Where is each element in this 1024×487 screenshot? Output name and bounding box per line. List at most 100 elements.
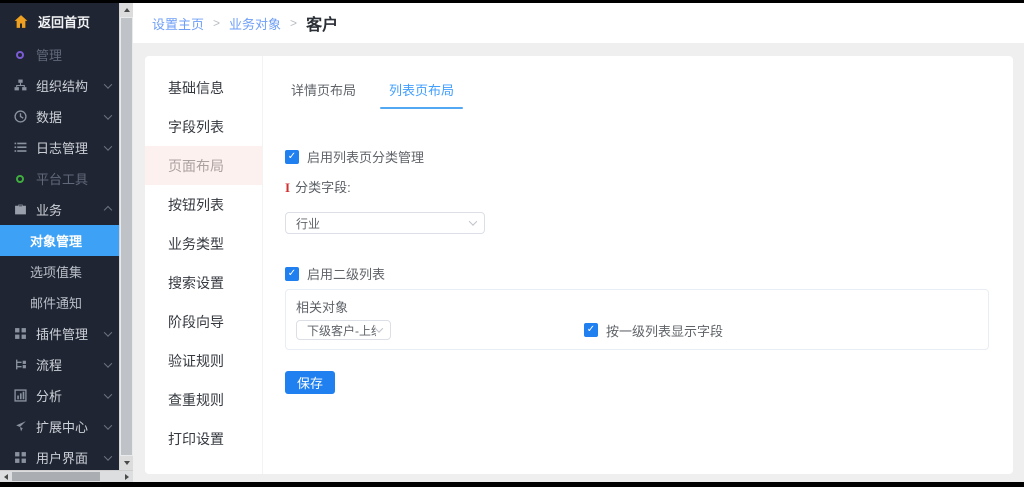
settings-menu-item-business-type[interactable]: 业务类型 <box>145 224 262 263</box>
sidebar-item-platform-tools[interactable]: 平台工具 <box>0 163 119 194</box>
menu-item-label: 基础信息 <box>168 78 224 98</box>
workflow-icon <box>13 358 27 372</box>
sidebar-item-log-management[interactable]: 日志管理 <box>0 132 119 163</box>
breadcrumb-link-business-objects[interactable]: 业务对象 <box>229 14 281 33</box>
menu-item-label: 打印设置 <box>168 429 224 449</box>
left-rail: 返回首页 管理 组织结构 数据 <box>0 3 133 482</box>
menu-item-label: 按钮列表 <box>168 195 224 215</box>
chevron-down-icon <box>375 324 383 332</box>
chevron-down-icon <box>104 142 112 150</box>
sidebar-item-option-sets[interactable]: 选项值集 <box>0 256 119 287</box>
sidebar-item-label: 邮件通知 <box>30 293 111 312</box>
main-area: 设置主页 > 业务对象 > 客户 基础信息 字段列表 页面布局 按钮列表 业务类… <box>133 3 1024 482</box>
extension-icon <box>13 420 27 434</box>
briefcase-icon <box>13 203 27 217</box>
menu-item-label: 查重规则 <box>168 390 224 410</box>
related-object-box: 相关对象 下级客户-上级... ✓ 按一级列表显示字段 <box>285 289 989 350</box>
sidebar: 返回首页 管理 组织结构 数据 <box>0 3 119 470</box>
sidebar-horizontal-scrollbar[interactable] <box>0 470 133 482</box>
enable-category-checkbox[interactable]: ✓ <box>285 150 299 164</box>
triangle-down-icon <box>124 461 130 465</box>
settings-menu-item-basic-info[interactable]: 基础信息 <box>145 68 262 107</box>
scroll-down-button[interactable] <box>120 456 133 470</box>
sidebar-item-org-structure[interactable]: 组织结构 <box>0 70 119 101</box>
sidebar-item-home[interactable]: 返回首页 <box>0 3 119 39</box>
enable-category-label[interactable]: 启用列表页分类管理 <box>307 147 424 166</box>
triangle-left-icon <box>4 474 8 480</box>
tab-list-page-layout[interactable]: 列表页布局 <box>383 76 460 109</box>
sidebar-item-plugin-management[interactable]: 插件管理 <box>0 318 119 349</box>
settings-menu-item-page-layout[interactable]: 页面布局 <box>145 146 262 185</box>
required-marker: I <box>285 180 290 196</box>
sidebar-item-label: 扩展中心 <box>36 417 96 436</box>
sidebar-home-label: 返回首页 <box>38 12 90 31</box>
sidebar-item-business[interactable]: 业务 <box>0 194 119 225</box>
settings-menu-item-validation-rules[interactable]: 验证规则 <box>145 341 262 380</box>
platform-circle-icon <box>13 172 27 186</box>
sidebar-item-label: 数据 <box>36 107 96 126</box>
save-button[interactable]: 保存 <box>285 371 335 394</box>
settings-menu-item-field-list[interactable]: 字段列表 <box>145 107 262 146</box>
rail-body: 返回首页 管理 组织结构 数据 <box>0 3 133 470</box>
horizontal-scroll-thumb[interactable] <box>12 472 100 481</box>
category-field-label: 分类字段: <box>295 177 351 196</box>
layout-tabs: 详情页布局 列表页布局 <box>285 76 989 109</box>
plugin-grid-icon <box>13 327 27 341</box>
sidebar-item-label: 分析 <box>36 386 96 405</box>
display-by-primary-checkbox[interactable]: ✓ <box>584 323 598 337</box>
vertical-scroll-thumb[interactable] <box>121 18 132 455</box>
triangle-right-icon <box>125 474 129 480</box>
sidebar-item-workflow[interactable]: 流程 <box>0 349 119 380</box>
related-object-select[interactable]: 下级客户-上级... <box>296 320 391 340</box>
related-object-select-value: 下级客户-上级... <box>307 322 376 339</box>
scroll-right-button[interactable] <box>121 471 133 482</box>
sidebar-item-label: 平台工具 <box>36 169 111 188</box>
settings-menu-item-stage-wizard[interactable]: 阶段向导 <box>145 302 262 341</box>
display-by-primary-row: ✓ 按一级列表显示字段 <box>584 321 723 340</box>
sidebar-item-mail-notification[interactable]: 邮件通知 <box>0 287 119 318</box>
settings-card: 基础信息 字段列表 页面布局 按钮列表 业务类型 搜索设置 阶段向导 验证规则 … <box>145 56 1013 474</box>
home-icon <box>14 14 28 28</box>
sidebar-item-admin[interactable]: 管理 <box>0 39 119 70</box>
chevron-down-icon <box>104 328 112 336</box>
log-list-icon <box>13 141 27 155</box>
settings-menu-item-print-settings[interactable]: 打印设置 <box>145 419 262 458</box>
settings-menu-item-search-settings[interactable]: 搜索设置 <box>145 263 262 302</box>
chevron-down-icon <box>104 359 112 367</box>
sidebar-item-label: 管理 <box>36 45 111 64</box>
sidebar-item-label: 日志管理 <box>36 138 96 157</box>
chevron-down-icon <box>104 452 112 460</box>
sidebar-item-label: 对象管理 <box>30 231 111 250</box>
enable-secondary-label[interactable]: 启用二级列表 <box>307 264 385 283</box>
settings-menu: 基础信息 字段列表 页面布局 按钮列表 业务类型 搜索设置 阶段向导 验证规则 … <box>145 56 263 474</box>
scroll-up-button[interactable] <box>120 3 133 17</box>
tab-detail-page-layout[interactable]: 详情页布局 <box>285 76 362 109</box>
sidebar-vertical-scrollbar[interactable] <box>119 3 133 470</box>
menu-item-label: 阶段向导 <box>168 312 224 332</box>
scroll-left-button[interactable] <box>0 471 12 482</box>
enable-secondary-checkbox[interactable]: ✓ <box>285 267 299 281</box>
related-object-label: 相关对象 <box>296 297 978 316</box>
sidebar-item-extension-center[interactable]: 扩展中心 <box>0 411 119 442</box>
chevron-down-icon <box>104 390 112 398</box>
settings-menu-item-dedup-rules[interactable]: 查重规则 <box>145 380 262 419</box>
app-window: 返回首页 管理 组织结构 数据 <box>0 3 1024 482</box>
breadcrumb-separator: > <box>290 16 297 30</box>
category-field-label-row: I 分类字段: <box>285 177 989 196</box>
category-field-select[interactable]: 行业 <box>285 212 485 234</box>
menu-item-label: 验证规则 <box>168 351 224 371</box>
chevron-up-icon <box>104 205 112 213</box>
content-area: 基础信息 字段列表 页面布局 按钮列表 业务类型 搜索设置 阶段向导 验证规则 … <box>133 43 1024 482</box>
sidebar-item-user-interface[interactable]: 用户界面 <box>0 442 119 470</box>
menu-item-label: 业务类型 <box>168 234 224 254</box>
display-by-primary-label[interactable]: 按一级列表显示字段 <box>606 321 723 340</box>
related-object-row: 下级客户-上级... ✓ 按一级列表显示字段 <box>296 320 978 340</box>
sidebar-item-analysis[interactable]: 分析 <box>0 380 119 411</box>
chevron-down-icon <box>104 80 112 88</box>
breadcrumb-link-settings-home[interactable]: 设置主页 <box>152 14 204 33</box>
analysis-chart-icon <box>13 389 27 403</box>
sidebar-item-object-management[interactable]: 对象管理 <box>0 225 119 256</box>
sidebar-item-data[interactable]: 数据 <box>0 101 119 132</box>
settings-menu-item-button-list[interactable]: 按钮列表 <box>145 185 262 224</box>
breadcrumb-separator: > <box>213 16 220 30</box>
